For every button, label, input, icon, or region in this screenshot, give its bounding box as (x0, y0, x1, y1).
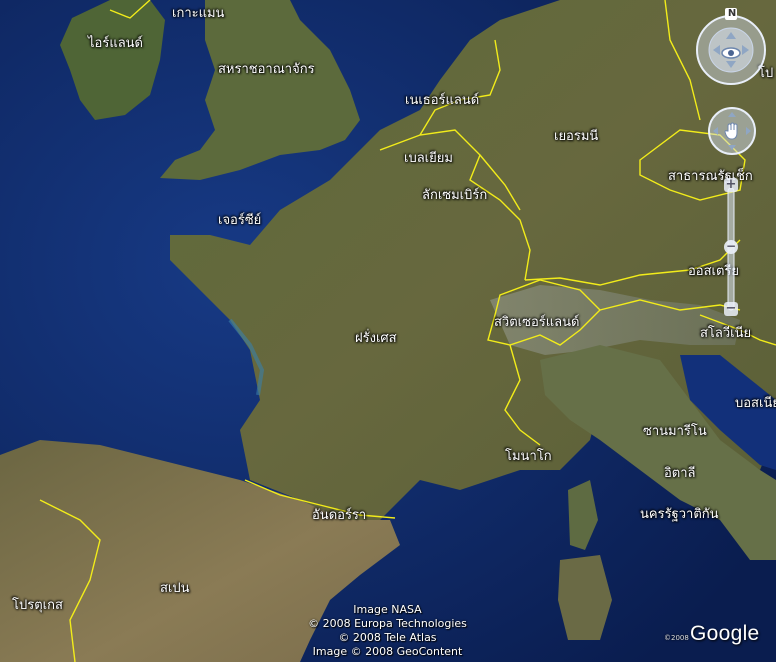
zoom-in-button[interactable]: + (724, 178, 738, 192)
logo-copyright: ©2008 (664, 634, 689, 642)
look-navigation-ring[interactable]: N (693, 6, 771, 88)
credit-line: © 2008 Tele Atlas (338, 631, 437, 644)
credit-line: Image © 2008 GeoContent (312, 645, 463, 658)
credit-line: Image NASA (353, 603, 422, 616)
google-logo: Google (690, 622, 760, 645)
zoom-slider-thumb[interactable]: − (724, 240, 738, 254)
move-navigation-ring[interactable] (707, 106, 757, 156)
map-viewport[interactable]: เกาะแมน ไอร์แลนด์ สหราชอาณาจักร เนเธอร์แ… (0, 0, 776, 662)
eye-icon[interactable] (721, 44, 741, 63)
zoom-out-button[interactable]: − (724, 302, 738, 316)
imagery-credits: Image NASA © 2008 Europa Technologies © … (300, 603, 475, 659)
north-indicator[interactable]: N (726, 8, 738, 19)
zoom-slider[interactable]: + − − (722, 178, 740, 320)
hand-icon[interactable] (724, 122, 740, 144)
credit-line: © 2008 Europa Technologies (308, 617, 467, 630)
satellite-terrain (0, 0, 776, 662)
